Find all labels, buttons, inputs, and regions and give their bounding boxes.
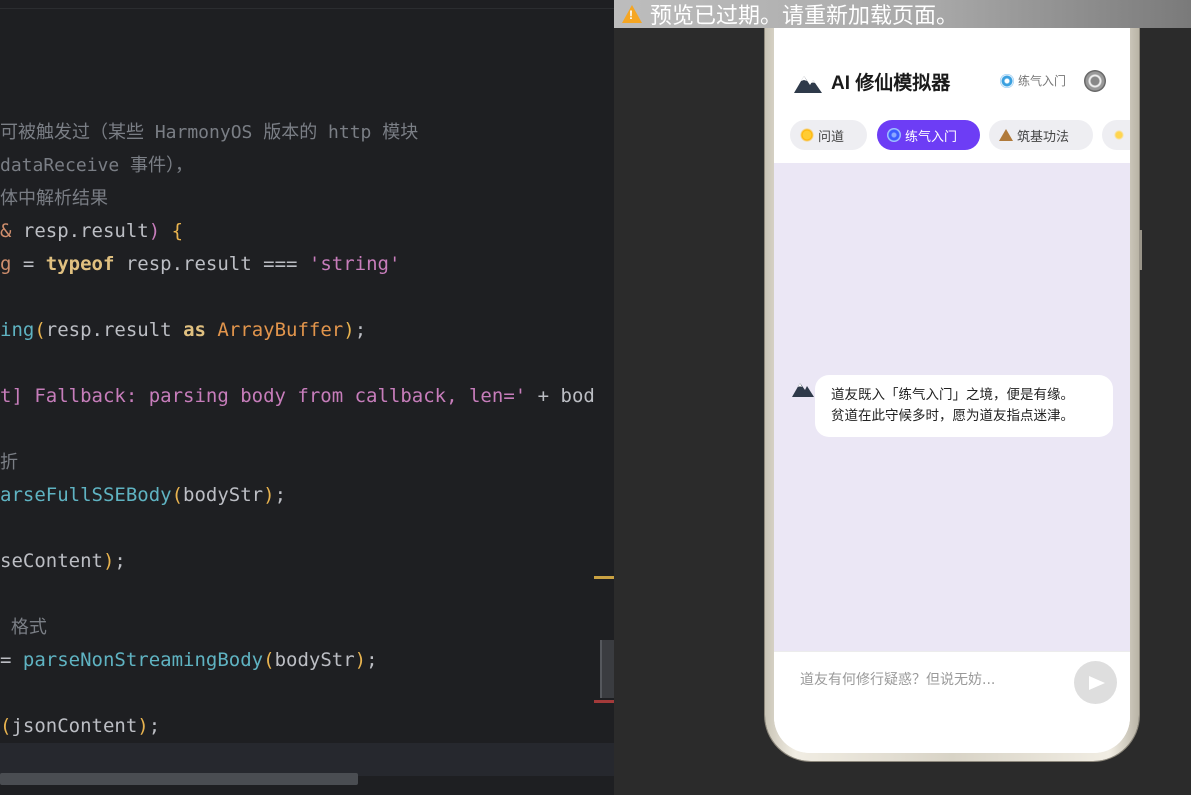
- code-line[interactable]: seContent);: [0, 545, 126, 578]
- code-token: ing: [0, 319, 35, 341]
- code-token: =: [0, 649, 23, 671]
- code-token: arseFullSSEBody: [0, 484, 172, 506]
- code-line[interactable]: g = typeof resp.result === 'string': [0, 248, 400, 281]
- code-token: as: [183, 319, 206, 341]
- message-line-2: 贫道在此守候多时，愿为道友指点迷津。: [831, 408, 1074, 424]
- code-token: ArrayBuffer: [217, 319, 344, 341]
- realm-tabs: 问道 练气入门 筑基功法: [790, 120, 1130, 150]
- code-token: {: [171, 220, 184, 242]
- code-line[interactable]: 格式: [0, 611, 47, 644]
- sparkle-icon: [1112, 128, 1126, 142]
- mountain-icon: [999, 129, 1013, 141]
- code-line[interactable]: = parseNonStreamingBody(bodyStr);: [0, 644, 378, 677]
- code-token: ): [343, 319, 355, 341]
- tab-zhuji[interactable]: 筑基功法: [989, 120, 1093, 150]
- tab-wendao[interactable]: 问道: [790, 120, 867, 150]
- code-token: ;: [366, 649, 378, 671]
- code-token: (: [171, 484, 184, 506]
- code-line[interactable]: & resp.result) {: [0, 215, 183, 248]
- code-token: ;: [354, 319, 367, 341]
- code-token: 'string': [308, 253, 401, 275]
- app-header: AI 修仙模拟器 练气入门: [774, 63, 1130, 103]
- realm-indicator[interactable]: 练气入门: [1000, 72, 1066, 89]
- app-title: AI 修仙模拟器: [831, 73, 951, 94]
- code-token: typeof: [45, 253, 115, 275]
- sun-icon: [800, 128, 814, 142]
- code-token: bodyStr: [183, 484, 264, 506]
- question-input[interactable]: [788, 660, 1068, 700]
- code-line[interactable]: ing(resp.result as ArrayBuffer);: [0, 314, 366, 347]
- code-line[interactable]: 可被触发过（某些 HarmonyOS 版本的 http 模块: [0, 116, 418, 149]
- phone-screen: AI 修仙模拟器 练气入门 问道 练气入门 筑基功法 道友既入「练气入门」之境，…: [774, 28, 1130, 753]
- horizontal-scrollbar[interactable]: [0, 773, 358, 785]
- code-token: =: [11, 253, 46, 275]
- code-token: +: [526, 385, 561, 407]
- send-button[interactable]: [1074, 661, 1117, 704]
- code-line[interactable]: 体中解析结果: [0, 182, 108, 215]
- code-line[interactable]: arseFullSSEBody(bodyStr);: [0, 479, 286, 512]
- expired-banner: 预览已过期。请重新加载页面。: [614, 0, 1191, 28]
- code-token: jsonContent: [11, 715, 138, 737]
- code-token: ;: [274, 484, 287, 506]
- warning-icon: [622, 5, 642, 23]
- code-token: parseNonStreamingBody: [22, 649, 264, 671]
- code-token: ): [137, 715, 149, 737]
- master-avatar-icon: [792, 383, 814, 397]
- chat-bubble: 道友既入「练气入门」之境，便是有缘。 贫道在此守候多时，愿为道友指点迷津。: [815, 375, 1113, 437]
- code-token: ===: [263, 253, 298, 275]
- realm-label: 练气入门: [1018, 74, 1067, 88]
- gear-icon[interactable]: [1084, 70, 1106, 92]
- code-line[interactable]: (jsonContent);: [0, 710, 160, 743]
- code-token: &: [0, 220, 23, 242]
- code-token: ): [148, 220, 161, 242]
- code-token: (: [34, 319, 46, 341]
- send-icon: [1089, 675, 1105, 690]
- tab-lianqi[interactable]: 练气入门: [877, 120, 980, 150]
- code-token: resp.result: [22, 220, 149, 242]
- message-line-1: 道友既入「练气入门」之境，便是有缘。: [831, 387, 1074, 403]
- code-editor[interactable]: 可被触发过（某些 HarmonyOS 版本的 http 模块 dataReceiv…: [0, 0, 614, 795]
- warning-marker: [594, 576, 614, 579]
- code-token: seContent: [0, 550, 103, 572]
- tab-next[interactable]: [1102, 120, 1130, 150]
- code-token: ): [354, 649, 367, 671]
- tab-label: 筑基功法: [1017, 129, 1070, 145]
- code-line[interactable]: 折: [0, 446, 18, 479]
- editor-top-divider: [0, 0, 614, 9]
- mountain-logo-icon: [794, 76, 822, 93]
- code-token: t] Fallback: parsing body from callback,…: [0, 385, 527, 407]
- code-token: ;: [114, 550, 126, 572]
- code-token: bod: [560, 385, 595, 407]
- tab-label: 问道: [818, 129, 845, 145]
- code-token: (: [263, 649, 275, 671]
- code-token: g: [0, 253, 12, 275]
- vertical-scrollbar-thumb[interactable]: [600, 640, 614, 698]
- banner-text: 预览已过期。请重新加载页面。: [650, 3, 959, 28]
- code-token: resp.result: [114, 253, 264, 275]
- code-token: (: [0, 715, 12, 737]
- code-line[interactable]: t] Fallback: parsing body from callback,…: [0, 380, 595, 413]
- chat-area[interactable]: 道友既入「练气入门」之境，便是有缘。 贫道在此守候多时，愿为道友指点迷津。: [774, 163, 1130, 651]
- spiral-icon: [1000, 73, 1014, 88]
- code-token: ;: [148, 715, 161, 737]
- tab-label: 练气入门: [905, 129, 958, 145]
- code-token: ): [102, 550, 115, 572]
- code-line[interactable]: dataReceive 事件），: [0, 149, 193, 182]
- code-token: bodyStr: [274, 649, 355, 671]
- error-marker: [594, 700, 614, 703]
- current-line-highlight: [0, 743, 614, 776]
- phone-side-button: [1139, 230, 1142, 270]
- code-token: ): [263, 484, 275, 506]
- input-bar: [774, 651, 1130, 753]
- spiral-icon: [887, 128, 901, 142]
- code-token: resp.result: [45, 319, 184, 341]
